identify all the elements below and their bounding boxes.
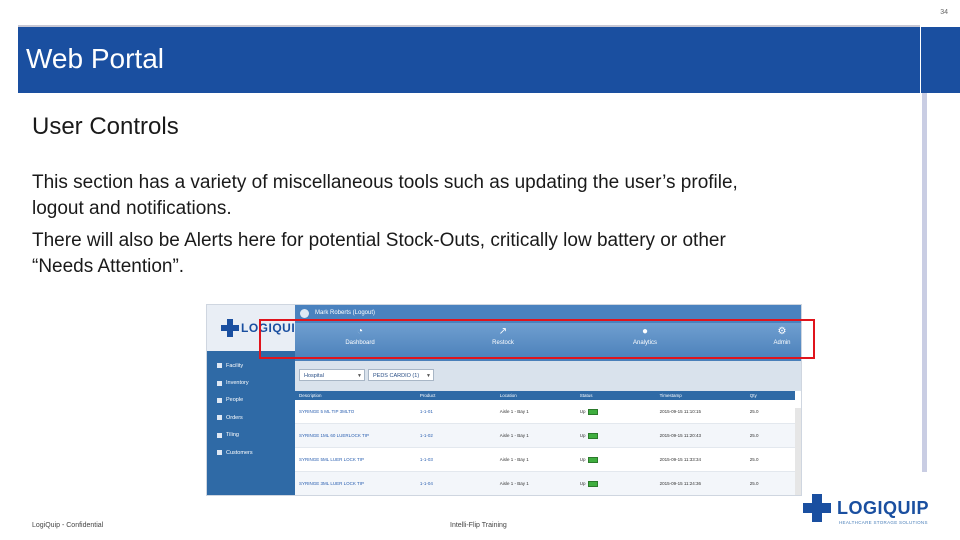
- column-header[interactable]: Status: [575, 391, 656, 400]
- select-value: Hospital: [304, 373, 324, 379]
- table-scrollbar[interactable]: [795, 408, 801, 495]
- facility-select[interactable]: Hospital ▼: [299, 369, 365, 381]
- location-cell: Aisle 1 - Bay 1: [495, 400, 576, 424]
- battery-icon: [588, 456, 599, 463]
- cross-icon: [803, 494, 831, 522]
- product-cell[interactable]: 1-1-04: [415, 471, 496, 495]
- right-divider: [922, 27, 927, 472]
- brand-logo: LOGIQUIP HEALTHCARE STORAGE SOLUTIONS: [803, 494, 953, 534]
- description-cell[interactable]: SYRINGE 1ML 60 LUERLOCK TIP: [295, 423, 416, 448]
- sidebar-item-tiling[interactable]: Tiling: [207, 427, 295, 444]
- filter-bar: Hospital ▼ PEDS CARDIO (1) ▼: [295, 361, 801, 391]
- portal-nav: Facility Inventory People Orders Tiling …: [207, 357, 295, 461]
- timestamp-cell: 2015-09-15 11:20:43: [655, 423, 746, 448]
- column-header[interactable]: Location: [495, 391, 576, 400]
- column-header[interactable]: Qty: [745, 391, 795, 400]
- title-bar: Web Portal: [18, 27, 920, 93]
- status-cell: Up: [575, 471, 656, 495]
- status-cell: Up: [575, 447, 656, 472]
- qty-cell: 25.0: [745, 447, 795, 472]
- status-cell: Up: [575, 400, 656, 424]
- document-icon: [217, 415, 222, 421]
- chevron-down-icon: ▼: [426, 373, 431, 379]
- sidebar-item-label: Tiling: [226, 432, 239, 439]
- location-cell: Aisle 1 - Bay 1: [495, 447, 576, 472]
- description-cell[interactable]: SYRINGE 5 ML TIP 3MLTO: [295, 400, 416, 424]
- table-row[interactable]: SYRINGE 5 ML TIP 3MLTO 1-1-01 Aisle 1 - …: [295, 400, 795, 424]
- person-icon: [217, 397, 222, 403]
- sidebar-item-label: Customers: [226, 449, 253, 456]
- cross-icon: [221, 319, 239, 337]
- subheading: User Controls: [32, 113, 179, 140]
- timestamp-cell: 2015-09-15 11:33:34: [655, 447, 746, 472]
- product-cell[interactable]: 1-1-02: [415, 423, 496, 448]
- user-controls-highlight: [259, 319, 815, 359]
- avatar[interactable]: [300, 309, 309, 318]
- paragraph: This section has a variety of miscellane…: [32, 172, 738, 219]
- status-text: Up: [579, 408, 586, 414]
- sidebar-item-customers[interactable]: Customers: [207, 444, 295, 461]
- qty-cell: 25.0: [745, 400, 795, 424]
- sidebar-item-inventory[interactable]: Inventory: [207, 374, 295, 391]
- slide-title: Web Portal: [26, 43, 164, 74]
- title-bar-accent: [921, 27, 960, 93]
- sidebar-item-label: Facility: [226, 362, 244, 369]
- battery-icon: [588, 432, 599, 439]
- timestamp-cell: 2015-09-15 11:10:15: [655, 400, 746, 424]
- sidebar-item-label: Orders: [226, 414, 243, 421]
- column-header[interactable]: Timestamp: [655, 391, 746, 400]
- product-cell[interactable]: 1-1-01: [415, 400, 496, 424]
- sidebar-item-label: Inventory: [226, 380, 249, 387]
- list-icon: [217, 380, 222, 386]
- paragraph: There will also be Alerts here for poten…: [32, 230, 726, 277]
- qty-cell: 25.0: [745, 423, 795, 448]
- description-cell[interactable]: SYRINGE 5ML LUER LOCK TIP: [295, 447, 416, 472]
- timestamp-cell: 2015-09-15 11:24:36: [655, 471, 746, 495]
- column-header[interactable]: Product: [415, 391, 496, 400]
- column-header[interactable]: Description: [295, 391, 416, 400]
- footer-training: Intelli-Flip Training: [450, 522, 507, 529]
- chevron-down-icon: ▼: [357, 373, 362, 379]
- status-text: Up: [579, 456, 586, 462]
- body-text: This section has a variety of miscellane…: [32, 170, 792, 286]
- product-cell[interactable]: 1-1-03: [415, 447, 496, 472]
- table-header-row: Description Product Location Status Time…: [295, 391, 795, 400]
- footer-confidential: LogiQuip - Confidential: [32, 522, 104, 529]
- sidebar-item-orders[interactable]: Orders: [207, 409, 295, 426]
- unit-select[interactable]: PEDS CARDIO (1) ▼: [368, 369, 434, 381]
- brand-name: LOGIQUIP: [837, 498, 930, 518]
- building-icon: [217, 363, 222, 369]
- user-logout-link[interactable]: Mark Roberts (Logout): [315, 310, 375, 316]
- status-cell: Up: [575, 423, 656, 448]
- table-row[interactable]: SYRINGE 1ML 60 LUERLOCK TIP 1-1-02 Aisle…: [295, 423, 795, 448]
- people-icon: [217, 450, 222, 456]
- inventory-table: Description Product Location Status Time…: [295, 391, 795, 495]
- battery-icon: [588, 480, 599, 487]
- select-value: PEDS CARDIO (1): [373, 373, 420, 379]
- table-row[interactable]: SYRINGE 5ML LUER LOCK TIP 1-1-03 Aisle 1…: [295, 447, 795, 472]
- battery-icon: [588, 408, 599, 415]
- sidebar-item-label: People: [226, 397, 244, 404]
- status-text: Up: [579, 432, 586, 438]
- brand-tagline: HEALTHCARE STORAGE SOLUTIONS: [839, 520, 928, 525]
- qty-cell: 25.0: [745, 471, 795, 495]
- chart-icon: [217, 432, 222, 438]
- status-text: Up: [579, 480, 586, 486]
- sidebar-item-facility[interactable]: Facility: [207, 357, 295, 374]
- table-row[interactable]: SYRINGE 3ML LUER LOCK TIP 1-1-04 Aisle 1…: [295, 471, 795, 495]
- slide-number: 34: [940, 9, 948, 16]
- sidebar-item-people[interactable]: People: [207, 392, 295, 409]
- location-cell: Aisle 1 - Bay 1: [495, 423, 576, 448]
- description-cell[interactable]: SYRINGE 3ML LUER LOCK TIP: [295, 471, 416, 495]
- location-cell: Aisle 1 - Bay 1: [495, 471, 576, 495]
